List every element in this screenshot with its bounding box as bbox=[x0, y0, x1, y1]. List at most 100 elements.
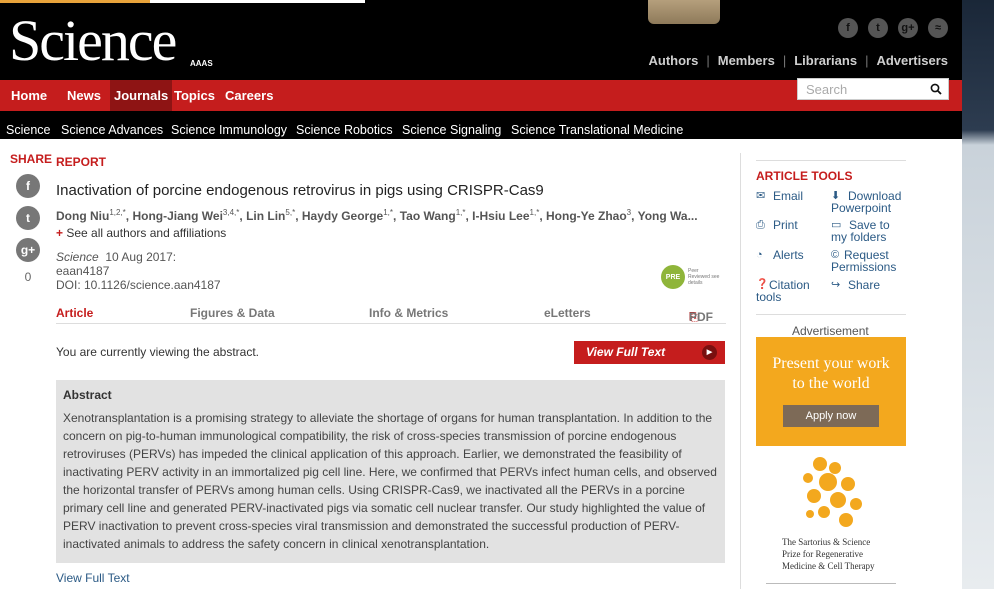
audience-links: Authors | Members | Librarians | Adverti… bbox=[649, 53, 949, 68]
rss-icon[interactable]: ≈ bbox=[928, 18, 948, 38]
facebook-icon[interactable]: f bbox=[838, 18, 858, 38]
author-link[interactable]: Hong-Ye Zhao3 bbox=[546, 208, 631, 223]
article-tabs: Article Figures & Data Info & Metrics eL… bbox=[56, 302, 726, 324]
viewing-note: You are currently viewing the abstract. bbox=[56, 345, 259, 359]
top-strip bbox=[0, 0, 365, 3]
share-facebook-icon[interactable]: f bbox=[16, 174, 40, 198]
tool-share[interactable]: ↪ Share bbox=[831, 279, 880, 291]
nav-topics[interactable]: Topics bbox=[170, 80, 219, 111]
nav-news[interactable]: News bbox=[63, 80, 105, 111]
subnav-science-signaling[interactable]: Science Signaling bbox=[402, 123, 501, 137]
advertisers-link[interactable]: Advertisers bbox=[876, 53, 948, 68]
author-link[interactable]: Lin Lin5,* bbox=[246, 208, 295, 223]
top-ad-peek[interactable] bbox=[648, 0, 720, 24]
view-full-text-link[interactable]: View Full Text bbox=[56, 571, 130, 585]
nav-home[interactable]: Home bbox=[7, 80, 51, 111]
subnav-science-robotics[interactable]: Science Robotics bbox=[296, 123, 393, 137]
view-full-text-label: View Full Text bbox=[586, 345, 666, 359]
separator: | bbox=[706, 53, 710, 68]
search-input[interactable]: Search bbox=[797, 78, 949, 100]
print-icon: ⎙ bbox=[756, 219, 765, 231]
tool-permissions-label: Request Permissions bbox=[831, 248, 897, 274]
nav-journals[interactable]: Journals bbox=[110, 80, 173, 111]
see-all-authors-link[interactable]: + See all authors and affiliations bbox=[56, 226, 226, 240]
view-full-text-button[interactable]: View Full Text ▶ bbox=[574, 341, 725, 364]
twitter-icon[interactable]: t bbox=[868, 18, 888, 38]
author-link[interactable]: Hong-Jiang Wei3,4,* bbox=[132, 208, 239, 223]
peer-reviewed-badge[interactable]: PRE Peer Reviewed see details bbox=[661, 265, 720, 289]
share-twitter-icon[interactable]: t bbox=[16, 206, 40, 230]
tool-alerts-label: Alerts bbox=[773, 248, 804, 262]
publication-date: 10 Aug 2017: bbox=[105, 250, 177, 264]
share-icon: ↪ bbox=[831, 279, 841, 291]
tool-alerts[interactable]: ◔ Alerts bbox=[756, 249, 804, 261]
article-eid: eaan4187 bbox=[56, 264, 110, 278]
tool-download-label: Download Powerpoint bbox=[831, 189, 902, 215]
masthead: Science AAAS f t g+ ≈ Authors | Members … bbox=[0, 0, 962, 80]
tab-article[interactable]: Article bbox=[56, 306, 93, 320]
alert-icon: ◔ bbox=[756, 249, 763, 261]
column-divider bbox=[740, 153, 741, 589]
members-link[interactable]: Members bbox=[718, 53, 775, 68]
tab-eletters[interactable]: eLetters bbox=[544, 306, 591, 320]
aaas-logo[interactable]: AAAS bbox=[190, 59, 213, 68]
author-link[interactable]: Dong Niu1,2,* bbox=[56, 208, 126, 223]
article-type-label: REPORT bbox=[56, 155, 107, 169]
author-list: Dong Niu1,2,*, Hong-Jiang Wei3,4,*, Lin … bbox=[56, 208, 698, 223]
folder-icon: ▭ bbox=[831, 219, 842, 231]
copyright-icon: © bbox=[831, 249, 840, 261]
separator: | bbox=[782, 53, 787, 68]
download-icon: ⬇ bbox=[831, 190, 841, 202]
ad-headline: Present your work to the world bbox=[772, 355, 890, 392]
tab-pdf-label: PDF bbox=[689, 310, 713, 324]
separator: | bbox=[865, 53, 869, 68]
google-plus-icon[interactable]: g+ bbox=[898, 18, 918, 38]
peer-reviewed-icon: PRE bbox=[661, 265, 685, 289]
advertisement-banner[interactable]: Present your work to the world Apply now bbox=[756, 337, 906, 446]
plus-icon: + bbox=[56, 226, 64, 240]
subnav-science-translational-medicine[interactable]: Science Translational Medicine bbox=[511, 123, 683, 137]
author-link[interactable]: I-Hsiu Lee1,* bbox=[472, 208, 539, 223]
tool-download-powerpoint[interactable]: ⬇ Download Powerpoint bbox=[831, 190, 911, 214]
article-doi[interactable]: DOI: 10.1126/science.aan4187 bbox=[56, 278, 221, 292]
nav-careers[interactable]: Careers bbox=[221, 80, 277, 111]
tab-figures-data[interactable]: Figures & Data bbox=[190, 306, 275, 320]
share-label: SHARE bbox=[10, 152, 53, 166]
librarians-link[interactable]: Librarians bbox=[794, 53, 857, 68]
peer-reviewed-text: Peer Reviewed see details bbox=[688, 268, 720, 286]
search-icon[interactable] bbox=[930, 83, 942, 95]
ad-apply-button[interactable]: Apply now bbox=[783, 405, 879, 427]
science-logo[interactable]: Science bbox=[9, 8, 177, 74]
prize-divider bbox=[766, 583, 896, 584]
journals-subnav: Science Science Advances Science Immunol… bbox=[0, 111, 962, 139]
share-google-plus-icon[interactable]: g+ bbox=[16, 238, 40, 262]
see-all-authors-text: See all authors and affiliations bbox=[66, 226, 227, 240]
author-link[interactable]: Yong Wa... bbox=[638, 209, 698, 223]
subnav-science[interactable]: Science bbox=[6, 123, 50, 137]
advertisement-label: Advertisement bbox=[792, 324, 869, 338]
tools-divider bbox=[756, 314, 906, 315]
subnav-science-advances[interactable]: Science Advances bbox=[61, 123, 163, 137]
citation-icon: ❓ bbox=[756, 279, 769, 290]
authors-link[interactable]: Authors bbox=[649, 53, 699, 68]
tool-email[interactable]: ✉ Email bbox=[756, 190, 803, 202]
article-tools-heading: ARTICLE TOOLS bbox=[756, 169, 853, 183]
subnav-science-immunology[interactable]: Science Immunology bbox=[171, 123, 287, 137]
tool-request-permissions[interactable]: © Request Permissions bbox=[831, 249, 907, 273]
share-column: SHARE f t g+ 0 bbox=[10, 152, 53, 284]
share-count: 0 bbox=[24, 270, 32, 284]
social-links: f t g+ ≈ bbox=[838, 18, 948, 38]
journal-name: Science bbox=[56, 250, 99, 264]
author-link[interactable]: Tao Wang1,* bbox=[400, 208, 466, 223]
tool-citation[interactable]: ❓ Citation tools bbox=[756, 279, 826, 303]
tool-print[interactable]: ⎙ Print bbox=[756, 219, 798, 231]
molecule-graphic bbox=[803, 457, 862, 527]
play-arrow-icon: ▶ bbox=[702, 345, 717, 360]
author-link[interactable]: Haydy George1,* bbox=[302, 208, 393, 223]
search-placeholder: Search bbox=[806, 82, 848, 97]
page-background bbox=[962, 0, 994, 589]
tool-save-folders[interactable]: ▭ Save to my folders bbox=[831, 219, 906, 243]
tool-save-label: Save to my folders bbox=[831, 218, 890, 244]
tab-info-metrics[interactable]: Info & Metrics bbox=[369, 306, 448, 320]
abstract-box: Abstract Xenotransplantation is a promis… bbox=[56, 380, 725, 563]
